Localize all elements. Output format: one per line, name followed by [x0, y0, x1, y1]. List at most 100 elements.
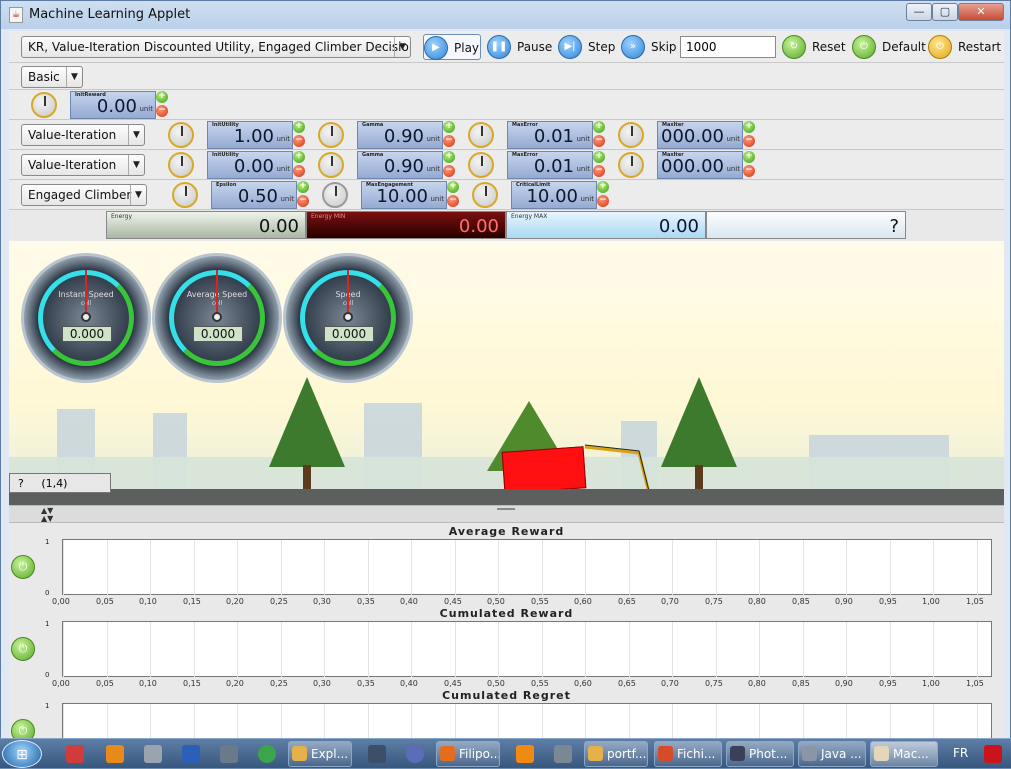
decrement-button[interactable]: −	[443, 165, 455, 177]
gamma-knob[interactable]	[318, 152, 344, 178]
taskbar-item-photoshop[interactable]: Phot...	[726, 741, 794, 767]
increment-button[interactable]: +	[743, 121, 755, 133]
critical-limit-knob[interactable]	[472, 182, 498, 208]
taskbar-item-machine-learning[interactable]: Mac...	[870, 741, 938, 767]
decrement-button[interactable]: −	[293, 135, 305, 147]
decrement-button[interactable]: −	[293, 165, 305, 177]
chevron-down-icon: ▼	[128, 155, 144, 175]
scenario-select[interactable]: KR, Value-Iteration Discounted Utility, …	[21, 36, 411, 58]
plot-gridline	[455, 622, 456, 678]
decrement-button[interactable]: −	[597, 195, 609, 207]
agent-select[interactable]: Engaged Climber ▼	[21, 184, 147, 206]
increment-button[interactable]: +	[447, 181, 459, 193]
max-error-knob[interactable]	[468, 152, 494, 178]
close-button[interactable]: ✕	[958, 3, 1004, 21]
init-utility-knob[interactable]	[168, 152, 194, 178]
increment-button[interactable]: +	[293, 121, 305, 133]
chrome-icon[interactable]	[258, 745, 276, 763]
speaker-icon[interactable]	[554, 745, 572, 763]
decrement-button[interactable]: −	[593, 135, 605, 147]
pin-icon[interactable]	[66, 745, 84, 763]
x-tick-label: 0,45	[444, 597, 462, 606]
x-tick-label: 0,30	[313, 679, 331, 688]
taskbar-item-firefox[interactable]: Filipo...	[436, 741, 500, 767]
minimize-button[interactable]: —	[906, 3, 932, 21]
increment-button[interactable]: +	[297, 181, 309, 193]
init-utility-knob[interactable]	[168, 122, 194, 148]
decrement-button[interactable]: −	[593, 165, 605, 177]
splitter-grip[interactable]	[497, 508, 515, 510]
decrement-button[interactable]: −	[743, 165, 755, 177]
init-reward-knob[interactable]	[31, 92, 57, 118]
skip-button[interactable]: » Skip	[621, 34, 677, 60]
plot-gridline	[542, 622, 543, 678]
x-tick-label: 0,65	[618, 597, 636, 606]
decrement-button[interactable]: −	[443, 135, 455, 147]
info-icon[interactable]	[182, 745, 200, 763]
restart-button[interactable]: ⏻ Restart	[928, 34, 1001, 60]
panel-splitter[interactable]: ▲▼ ▲▼	[9, 505, 1004, 523]
taskbar-item-portfolio[interactable]: portf...	[584, 741, 648, 767]
gamma-knob[interactable]	[318, 122, 344, 148]
increment-button[interactable]: +	[593, 121, 605, 133]
decrement-button[interactable]: −	[447, 195, 459, 207]
calculator-icon[interactable]	[144, 745, 162, 763]
taskbar-item-java[interactable]: Java ...	[798, 741, 866, 767]
reset-button[interactable]: ↻ Reset	[782, 34, 848, 60]
step-button[interactable]: ▶| Step	[558, 34, 615, 60]
algorithm-select[interactable]: Value-Iteration ▼	[21, 154, 145, 176]
taskbar: ⊞ Expl... Filipo... portf... Fichi... Ph…	[0, 738, 1011, 768]
max-error-knob[interactable]	[468, 122, 494, 148]
gauge-readout: 0.000	[324, 326, 374, 342]
x-tick-label: 0,00	[52, 597, 70, 606]
increment-button[interactable]: +	[156, 91, 168, 103]
mode-select[interactable]: Basic ▼	[21, 66, 83, 88]
x-tick-label: 0,05	[96, 679, 114, 688]
language-indicator[interactable]: FR	[953, 746, 968, 760]
maximize-button[interactable]: ▢	[932, 3, 958, 21]
skip-count-input[interactable]: 1000	[680, 36, 776, 58]
power-icon[interactable]: ⏻	[11, 637, 35, 661]
globe-icon[interactable]	[406, 745, 424, 763]
max-iter-knob[interactable]	[618, 152, 644, 178]
x-tick-label: 1,05	[966, 679, 984, 688]
power-icon[interactable]: ⏻	[11, 555, 35, 579]
x-tick-label: 0,55	[531, 597, 549, 606]
decrement-button[interactable]: −	[297, 195, 309, 207]
x-tick-label: 0,40	[400, 679, 418, 688]
title-bar[interactable]: ☕ Machine Learning Applet — ▢ ✕	[1, 1, 1010, 29]
lock-icon[interactable]	[220, 745, 238, 763]
taskbar-item-explorer[interactable]: Expl...	[288, 741, 352, 767]
increment-button[interactable]: +	[743, 151, 755, 163]
expand-arrows-icon[interactable]: ▲▼	[41, 514, 53, 523]
increment-button[interactable]: +	[443, 121, 455, 133]
increment-button[interactable]: +	[293, 151, 305, 163]
increment-button[interactable]: +	[593, 151, 605, 163]
increment-button[interactable]: +	[597, 181, 609, 193]
epsilon-knob[interactable]	[172, 182, 198, 208]
plot-area	[62, 621, 992, 678]
window-icon[interactable]	[368, 745, 386, 763]
decrement-button[interactable]: −	[743, 135, 755, 147]
plot-gridline	[107, 540, 108, 596]
max-iter-knob[interactable]	[618, 122, 644, 148]
start-button[interactable]: ⊞	[2, 740, 42, 768]
max-iter-display: MaxIter 000.00 unit	[657, 121, 743, 149]
acrobat-icon[interactable]	[984, 745, 1002, 763]
decrement-button[interactable]: −	[156, 105, 168, 117]
vlc-icon[interactable]	[516, 745, 534, 763]
x-tick-label: 0,50	[487, 597, 505, 606]
plot-gridline	[759, 540, 760, 596]
taskbar-item-files[interactable]: Fichi...	[654, 741, 722, 767]
gauge-needle	[216, 270, 218, 316]
plot-gridline	[672, 540, 673, 596]
chevron-down-icon: ▼	[66, 67, 82, 87]
algorithm-select[interactable]: Value-Iteration ▼	[21, 124, 145, 146]
play-button[interactable]: ▶ Play	[423, 34, 481, 60]
pause-button[interactable]: ❚❚ Pause	[487, 34, 553, 60]
media-player-icon[interactable]	[106, 745, 124, 763]
default-button[interactable]: ⏻ Default	[852, 34, 926, 60]
increment-button[interactable]: +	[443, 151, 455, 163]
gamma-display: Gamma 0.90 unit	[357, 121, 443, 149]
max-engagement-knob[interactable]	[322, 182, 348, 208]
